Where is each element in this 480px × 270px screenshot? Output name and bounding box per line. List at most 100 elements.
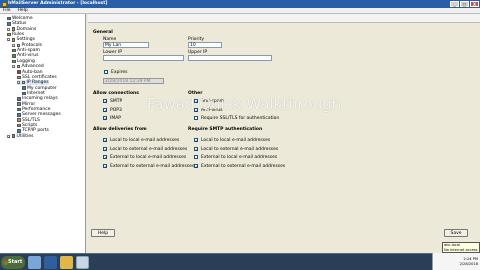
menu-file[interactable]: File <box>3 8 11 13</box>
tree-item-my-computer[interactable]: My computer <box>22 86 57 91</box>
tree-item-label: Status <box>12 21 27 27</box>
expand-toggle-icon[interactable]: − <box>12 43 16 47</box>
server-manager-icon[interactable] <box>28 256 41 269</box>
tree-item-label: Protocols <box>21 42 42 48</box>
tree-item-auto-ban[interactable]: Auto-ban <box>17 70 43 75</box>
smtp-auth-heading: Require SMTP authentication <box>188 127 263 132</box>
explorer-folder-icon[interactable] <box>60 256 73 269</box>
hmailserver-window: hMailServer Administrator - [localhost] … <box>0 0 480 253</box>
system-tray: 2:24 PM 2/28/2018 <box>432 253 480 270</box>
tree-item-label: My computer <box>27 85 57 91</box>
expires-checkbox[interactable] <box>104 70 108 74</box>
tree-item-incoming-relays[interactable]: Incoming relays <box>17 96 58 101</box>
close-button[interactable]: X <box>470 1 479 7</box>
expires-date-picker[interactable]: 2/28/2018 12:39 PM <box>103 78 164 84</box>
tree-item-label: Mirror <box>22 101 36 107</box>
expand-toggle-icon[interactable]: − <box>7 38 11 42</box>
smtp-auth-label: External to local e-mail addresses <box>201 155 278 160</box>
tree-item-domains[interactable]: − Domains <box>7 27 36 32</box>
clock-date[interactable]: 2/28/2018 <box>460 262 478 266</box>
clock-time[interactable]: 2:24 PM <box>464 257 478 261</box>
domains-icon <box>11 27 15 31</box>
tree-item-protocols[interactable]: − Protocols <box>12 43 42 48</box>
connection-checkbox[interactable]: ✓ <box>103 116 107 121</box>
start-label: Start <box>8 259 23 265</box>
connection-checkbox[interactable]: ✓ <box>103 99 107 104</box>
network-notification: abc.local No Internet access <box>442 242 480 253</box>
title-bar: hMailServer Administrator - [localhost] … <box>0 0 480 8</box>
upper-ip-input[interactable] <box>188 55 272 61</box>
internet-icon <box>22 91 26 96</box>
save-button[interactable]: Save <box>444 229 468 237</box>
other-option-label: Require SSL/TLS for authentication <box>201 116 280 121</box>
tree-item-ip-ranges[interactable]: − IP Ranges <box>17 80 49 86</box>
smtp-auth-checkbox[interactable] <box>194 155 198 159</box>
smtp-auth-label: External to external e-mail addresses <box>201 163 286 169</box>
app-icon <box>2 1 7 7</box>
tree-item-server-messages[interactable]: Server messages <box>17 112 61 117</box>
status-icon <box>7 22 11 26</box>
connection-checkbox[interactable]: ✓ <box>103 107 107 112</box>
connection-label: SMTP <box>110 99 123 104</box>
delivery-checkbox[interactable]: ✓ <box>103 146 107 151</box>
deliveries-heading: Allow deliveries from <box>93 127 147 132</box>
utilities-icon <box>11 134 15 138</box>
tree-item-label: Domains <box>16 26 37 32</box>
priority-input[interactable]: 10 <box>188 42 222 48</box>
hmailserver-taskbar-icon[interactable] <box>76 256 89 269</box>
start-button[interactable]: Start <box>1 256 25 269</box>
lower-ip-input[interactable] <box>103 55 184 61</box>
windows-logo-icon <box>3 260 8 265</box>
tree-item-label: Utilities <box>16 133 34 139</box>
delivery-label: Local to local e-mail addresses <box>110 138 180 143</box>
tree-item-label: Anti-virus <box>17 53 39 59</box>
certificate-icon <box>17 75 21 80</box>
delivery-label: Local to external e-mail addresses <box>110 146 188 152</box>
other-option-checkbox[interactable] <box>194 116 198 120</box>
expand-toggle-icon[interactable]: + <box>7 134 11 138</box>
tree-item-label: TCP/IP ports <box>22 128 49 134</box>
folder-icon <box>16 43 20 47</box>
tree-item-advanced[interactable]: − Advanced <box>12 64 44 69</box>
maximize-button[interactable]: □ <box>460 1 469 7</box>
connection-label: POP3 <box>110 107 122 113</box>
smtp-auth-checkbox[interactable]: ✓ <box>194 138 198 143</box>
scripts-icon <box>17 123 21 128</box>
tree-item-label: Advanced <box>21 64 44 70</box>
tree-item-mirror[interactable]: Mirror <box>17 102 35 107</box>
tree-item-utilities[interactable]: + Utilities <box>7 134 33 139</box>
tree-item-label: Settings <box>16 37 35 43</box>
ip-range-panel: General Name My Lan Priority 10 Lower IP… <box>88 14 480 253</box>
tree-item-label: SSL/TLS <box>22 117 40 123</box>
expand-toggle-icon[interactable]: − <box>17 81 21 85</box>
powershell-icon[interactable] <box>44 256 57 269</box>
ssl-icon <box>17 118 21 122</box>
tree-item-settings[interactable]: − Settings <box>7 37 35 42</box>
expand-toggle-icon[interactable]: − <box>12 65 16 69</box>
delivery-checkbox[interactable]: ✓ <box>103 163 107 168</box>
autoban-icon <box>17 70 21 74</box>
antivirus-icon <box>12 54 16 58</box>
tree-item-ssl-tls[interactable]: SSL/TLS <box>17 118 40 123</box>
help-button[interactable]: Help <box>91 229 115 237</box>
tree-item-status[interactable]: Status <box>7 21 26 26</box>
tree-item-tcp-ip-ports[interactable]: TCP/IP ports <box>17 128 49 133</box>
smtp-auth-label: Local to local e-mail addresses <box>201 138 271 143</box>
delivery-checkbox[interactable]: ✓ <box>103 138 107 143</box>
name-input[interactable]: My Lan <box>103 42 149 48</box>
folder-icon <box>16 64 20 69</box>
delivery-checkbox[interactable]: ✓ <box>103 155 107 160</box>
menu-help[interactable]: Help <box>18 8 28 13</box>
smtp-auth-checkbox[interactable]: ✓ <box>194 146 198 151</box>
performance-icon <box>17 107 21 112</box>
logging-icon <box>12 59 16 64</box>
expires-label: Expires <box>111 70 128 75</box>
tree-item-anti-virus[interactable]: Anti-virus <box>12 53 38 58</box>
antispam-icon <box>12 48 16 53</box>
tree-item-label: Auto-ban <box>22 69 43 75</box>
expand-toggle-icon[interactable]: − <box>7 27 11 31</box>
tree-item-label: Incoming relays <box>22 96 58 102</box>
smtp-auth-checkbox[interactable]: ✓ <box>194 163 198 168</box>
window-title: hMailServer Administrator - [localhost] <box>8 1 108 6</box>
minimize-button[interactable]: _ <box>450 1 459 7</box>
